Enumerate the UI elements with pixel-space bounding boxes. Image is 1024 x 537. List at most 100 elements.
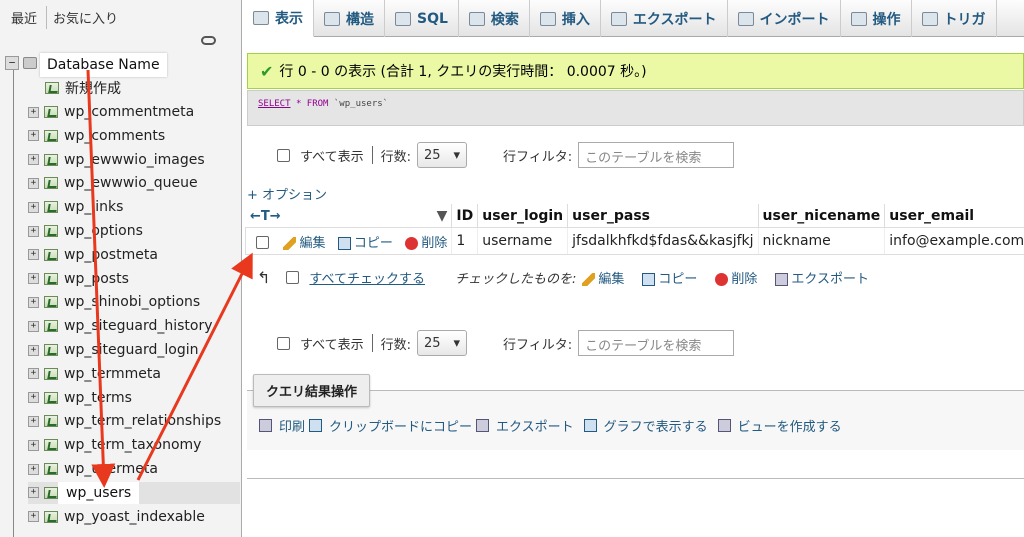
create-view-link[interactable]: ビューを作成する: [738, 416, 842, 435]
sidebar-item-wp-commentmeta[interactable]: + wp_commentmeta: [28, 101, 194, 123]
link-icon[interactable]: [201, 36, 216, 45]
tab-browse[interactable]: 表示: [243, 0, 314, 37]
sidebar-item-wp-yoast-indexable[interactable]: + wp_yoast_indexable: [28, 506, 205, 528]
row-copy-button[interactable]: コピー: [337, 236, 393, 251]
collapse-icon[interactable]: −: [5, 56, 19, 70]
chart-link[interactable]: グラフで表示する: [604, 416, 708, 435]
expand-icon[interactable]: +: [28, 487, 39, 499]
cell-user-login[interactable]: username: [477, 228, 569, 254]
expand-icon[interactable]: +: [28, 463, 39, 475]
sidebar-item-wp-ewwwio-images[interactable]: + wp_ewwwio_images: [28, 149, 205, 171]
bulk-actions-row: ↰ すべてチェックする チェックしたものを: 編集 コピー 削除 エクスポート: [257, 268, 869, 287]
filter-input[interactable]: このテーブルを検索: [578, 330, 735, 356]
expand-icon[interactable]: +: [28, 368, 39, 380]
table-icon: [44, 463, 58, 475]
sidebar-item-wp-ewwwio-queue[interactable]: + wp_ewwwio_queue: [28, 172, 198, 194]
table-icon: [44, 296, 58, 309]
show-all-checkbox[interactable]: [277, 148, 290, 162]
header-user-nicename[interactable]: user_nicename: [758, 204, 886, 228]
expand-icon[interactable]: +: [28, 177, 39, 189]
row-delete-button[interactable]: 削除: [405, 236, 447, 251]
sql-keyword-select[interactable]: SELECT: [258, 99, 291, 109]
header-id[interactable]: ID: [451, 204, 479, 228]
sidebar-item-wp-termmeta[interactable]: + wp_termmeta: [28, 363, 161, 385]
cell-user-email[interactable]: info@example.com: [884, 228, 1024, 254]
expand-icon[interactable]: +: [28, 201, 39, 213]
sidebar-item-wp-shinobi-options[interactable]: + wp_shinobi_options: [28, 291, 200, 313]
sidebar-item-wp-posts[interactable]: + wp_posts: [28, 268, 129, 290]
sidebar-item-wp-links[interactable]: + wp_links: [28, 196, 123, 218]
bulk-delete-button[interactable]: 削除: [715, 268, 757, 287]
expand-icon[interactable]: +: [28, 344, 39, 356]
sidebar-item-label: wp_siteguard_login: [64, 342, 199, 358]
tab-triggers[interactable]: トリガ: [912, 0, 997, 37]
sidebar-item-wp-comments[interactable]: + wp_comments: [28, 125, 165, 147]
column-arrows[interactable]: ←T→: [250, 209, 281, 224]
sidebar-item-wp-term-relationships[interactable]: + wp_term_relationships: [28, 410, 221, 432]
sidebar-item-wp-usermeta[interactable]: + wp_usermeta: [28, 458, 158, 480]
sidebar-item-new[interactable]: 新規作成: [40, 77, 121, 99]
cell-user-pass[interactable]: jfsdalkhfkd$fdas&&kasjfkj: [567, 228, 759, 254]
export-icon: [476, 419, 490, 432]
database-row[interactable]: −: [5, 56, 37, 70]
tab-operations[interactable]: 操作: [841, 0, 912, 37]
expand-icon[interactable]: +: [28, 296, 39, 308]
expand-icon[interactable]: +: [28, 225, 39, 237]
sidebar-item-wp-siteguard-login[interactable]: + wp_siteguard_login: [28, 339, 198, 361]
expand-icon[interactable]: +: [28, 320, 39, 332]
export-link[interactable]: エクスポート: [496, 416, 574, 435]
sidebar-item-wp-terms[interactable]: + wp_terms: [28, 387, 132, 409]
header-user-pass[interactable]: user_pass: [567, 204, 759, 228]
options-link[interactable]: + オプション: [247, 184, 327, 203]
rows-select[interactable]: 25 ▾: [416, 330, 467, 356]
sidebar-item-label: wp_term_relationships: [64, 413, 222, 430]
tab-insert[interactable]: 挿入: [530, 0, 601, 37]
row-edit-button[interactable]: 編集: [283, 236, 325, 251]
sidebar-item-label: wp_term_taxonomy: [64, 437, 202, 454]
import-icon: [737, 11, 754, 26]
filter-input[interactable]: このテーブルを検索: [578, 142, 735, 168]
sidebar-item-label: wp_links: [64, 199, 124, 216]
expand-icon[interactable]: +: [28, 106, 39, 118]
sidebar-item-wp-postmeta[interactable]: + wp_postmeta: [28, 244, 158, 266]
print-link[interactable]: 印刷: [279, 416, 305, 435]
cell-id[interactable]: 1: [451, 228, 479, 254]
database-name-label[interactable]: Database Name: [40, 53, 167, 77]
cell-user-nicename[interactable]: nickname: [758, 228, 886, 254]
sidebar-item-wp-siteguard-history[interactable]: + wp_siteguard_history: [28, 315, 213, 337]
expand-icon[interactable]: +: [28, 130, 39, 142]
bulk-copy-button[interactable]: コピー: [642, 268, 697, 287]
expand-icon[interactable]: +: [28, 249, 39, 261]
show-all-checkbox[interactable]: [277, 336, 290, 350]
sort-triangle-icon[interactable]: ▼: [437, 208, 448, 224]
expand-icon[interactable]: +: [28, 415, 39, 427]
expand-icon[interactable]: +: [28, 439, 39, 451]
view-icon: [717, 419, 731, 432]
table-icon: [44, 320, 58, 333]
sidebar-item-wp-users[interactable]: + wp_users: [28, 481, 240, 504]
rows-select[interactable]: 25 ▾: [416, 142, 467, 168]
header-user-email[interactable]: user_email: [884, 204, 1024, 228]
tab-label: 操作: [872, 11, 901, 28]
favorites-tab[interactable]: お気に入り: [46, 6, 121, 29]
copy-clipboard-link[interactable]: クリップボードにコピー: [329, 416, 472, 435]
tab-search[interactable]: 検索: [459, 0, 530, 37]
tab-export[interactable]: エクスポート: [601, 0, 728, 37]
tab-label: インポート: [759, 11, 830, 28]
expand-icon[interactable]: +: [28, 392, 39, 404]
bulk-edit-button[interactable]: 編集: [582, 268, 624, 287]
sidebar-item-wp-options[interactable]: + wp_options: [28, 220, 143, 242]
expand-icon[interactable]: +: [28, 154, 39, 166]
tab-structure[interactable]: 構造: [314, 0, 385, 37]
tab-sql[interactable]: SQL: [385, 0, 459, 37]
row-checkbox[interactable]: [256, 236, 269, 249]
sidebar-item-wp-term-taxonomy[interactable]: + wp_term_taxonomy: [28, 434, 201, 456]
tab-import[interactable]: インポート: [728, 0, 841, 37]
expand-icon[interactable]: +: [28, 273, 39, 285]
expand-icon[interactable]: +: [28, 511, 39, 523]
check-all-checkbox[interactable]: [286, 271, 300, 284]
header-user-login[interactable]: user_login: [477, 204, 569, 228]
check-all-link[interactable]: すべてチェックする: [309, 268, 425, 287]
bulk-export-button[interactable]: エクスポート: [775, 268, 869, 287]
recent-tab[interactable]: 最近: [8, 6, 40, 29]
